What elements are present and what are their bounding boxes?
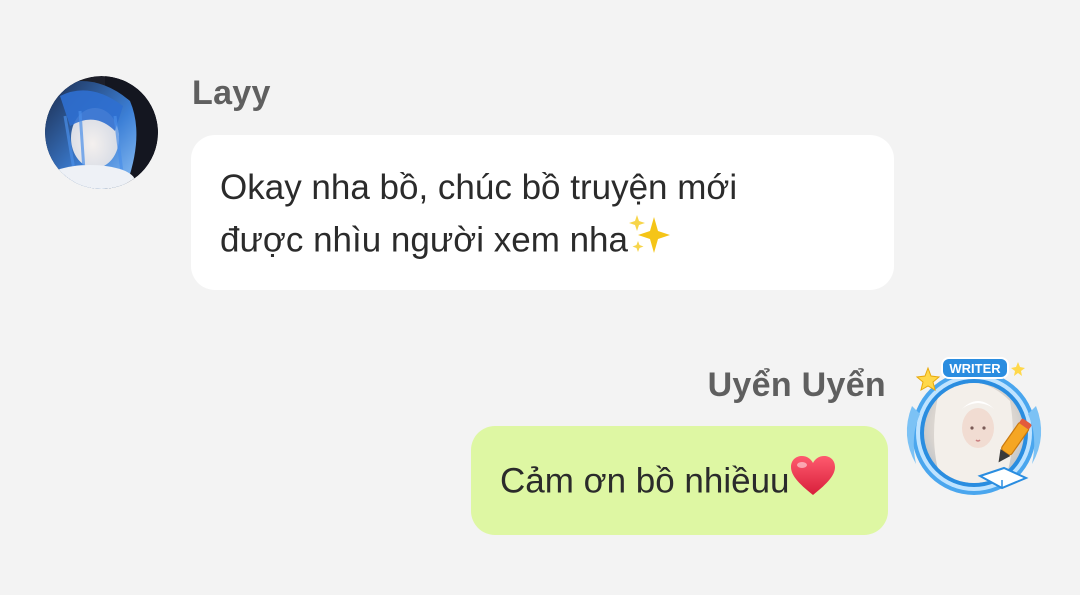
incoming-message-bubble[interactable]: Okay nha bồ, chúc bồ truyện mới được nhì… <box>191 135 894 290</box>
message-text: Okay nha bồ, chúc bồ truyện mới được nhì… <box>220 163 854 271</box>
sender-name-layy: Layy <box>192 74 271 112</box>
writer-badge-label: WRITER <box>949 361 1001 376</box>
layy-avatar[interactable] <box>45 76 158 189</box>
outgoing-message-bubble[interactable]: Cảm ơn bồ nhiềuu <box>471 426 888 535</box>
layy-avatar-image <box>45 76 158 189</box>
writer-badge-avatar: WRITER <box>906 357 1042 495</box>
heart-icon <box>790 455 836 511</box>
sender-name-uyen-uyen: Uyển Uyển <box>707 366 886 404</box>
message-text: Cảm ơn bồ nhiềuu <box>500 455 860 511</box>
sparkles-icon <box>628 213 672 271</box>
uyen-uyen-avatar[interactable]: WRITER <box>898 356 1054 498</box>
